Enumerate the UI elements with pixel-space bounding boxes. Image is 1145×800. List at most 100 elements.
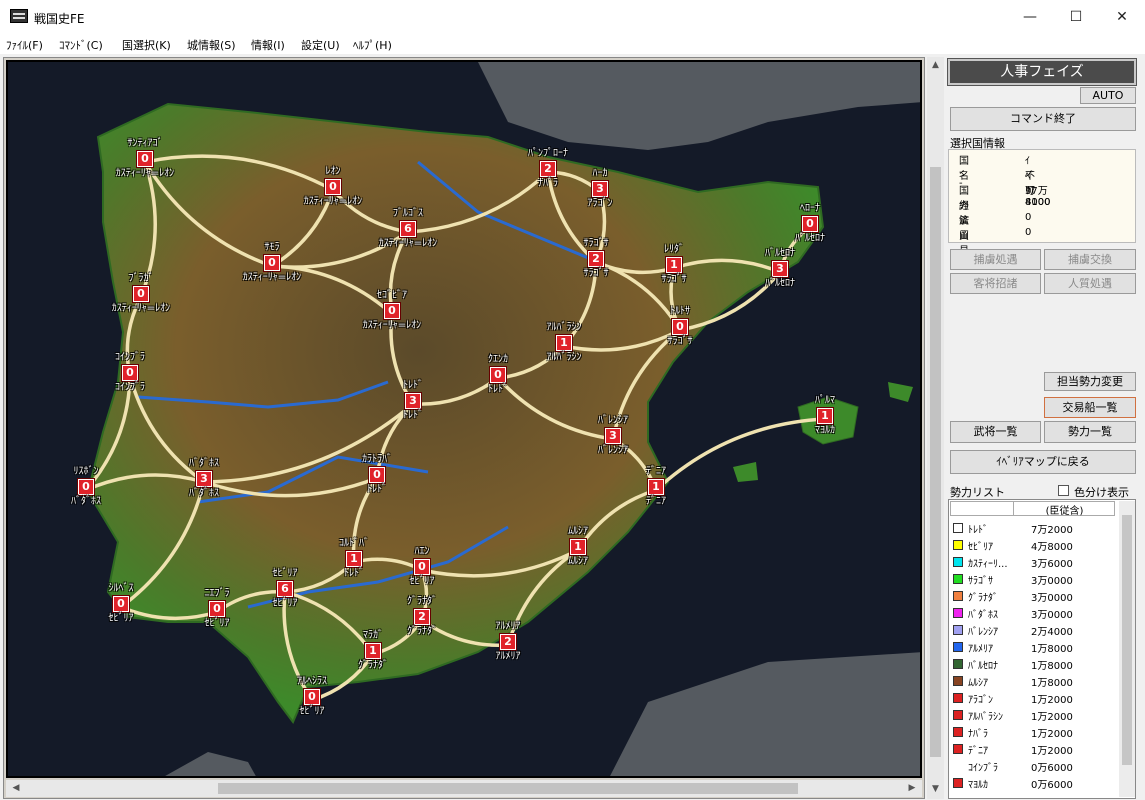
city-marker[interactable]: ﾊｰｶ 3 ｱﾗｺﾞﾝ <box>535 168 665 214</box>
castle-icon[interactable]: 6 <box>399 220 417 238</box>
castle-icon[interactable]: 0 <box>121 364 139 382</box>
castle-icon[interactable]: 0 <box>136 150 154 168</box>
city-marker[interactable]: ｻﾝﾃｨｱｺﾞ 0 ｶｽﾃｨｰﾘｬ=ﾚｵﾝ <box>80 138 210 184</box>
city-marker[interactable]: ﾊｴﾝ 0 ｾﾋﾞﾘｱ <box>357 546 487 592</box>
scroll-up-icon[interactable]: ▲ <box>927 57 944 73</box>
castle-icon[interactable]: 0 <box>671 318 689 336</box>
castle-icon[interactable]: 3 <box>404 392 422 410</box>
castle-icon[interactable]: 2 <box>587 250 605 268</box>
change-force-button[interactable]: 担当勢力変更 <box>1044 372 1136 391</box>
castle-icon[interactable]: 6 <box>276 580 294 598</box>
city-owner: ﾊﾞﾚﾝｼｱ <box>598 445 628 456</box>
menu-file[interactable]: ﾌｧｲﾙ(F) <box>6 37 43 53</box>
city-marker[interactable]: ﾄﾚﾄﾞ 3 ﾄﾚﾄﾞ <box>348 380 478 426</box>
castle-icon[interactable]: 0 <box>489 366 507 384</box>
city-marker[interactable]: ﾘｽﾎﾞﾝ 0 ﾊﾞﾀﾞﾎｽ <box>21 466 151 512</box>
castle-icon[interactable]: 0 <box>383 302 401 320</box>
castle-icon[interactable]: 0 <box>324 178 342 196</box>
city-name: ﾃﾞﾆｱ <box>646 466 666 477</box>
menu-info[interactable]: 情報(I) <box>251 37 285 53</box>
scroll-down-icon[interactable]: ▼ <box>927 781 944 797</box>
castle-icon[interactable]: 3 <box>195 470 213 488</box>
city-marker[interactable]: ﾃﾞﾆｱ 1 ﾃﾞﾆｱ <box>591 466 721 512</box>
city-marker[interactable]: ﾊﾞﾀﾞﾎｽ 3 ﾊﾞﾀﾞﾎｽ <box>139 458 269 504</box>
castle-icon[interactable]: 0 <box>801 215 819 233</box>
city-marker[interactable]: ｱﾙﾒﾘｱ 2 ｱﾙﾒﾘｱ <box>443 621 573 667</box>
color-split-checkbox[interactable] <box>1058 485 1069 496</box>
force-list[interactable]: (臣従含) ﾄﾚﾄﾞ 7万2000 ｾﾋﾞﾘｱ 4万8000 ｶｽﾃｨｰﾘ... 3万60… <box>948 499 1136 799</box>
vertical-scroll-thumb[interactable] <box>930 167 941 757</box>
castle-icon[interactable]: 1 <box>555 334 573 352</box>
city-marker[interactable]: ｺｲﾝﾌﾞﾗ 0 ｺｲﾝﾌﾞﾗ <box>65 352 195 398</box>
city-marker[interactable]: ﾄﾙﾄｻ 0 ｻﾗｺﾞｻ <box>615 306 745 352</box>
city-marker[interactable]: ｻﾓﾗ 0 ｶｽﾃｨｰﾘｬ=ﾚｵﾝ <box>207 242 337 288</box>
castle-icon[interactable]: 1 <box>816 407 834 425</box>
menu-settings[interactable]: 設定(U) <box>301 37 340 53</box>
hostage-treatment-button[interactable]: 人質処遇 <box>1044 273 1136 294</box>
city-name: ﾊﾞﾙｾﾛﾅ <box>765 248 795 259</box>
prisoner-exchange-button[interactable]: 捕虜交換 <box>1044 249 1136 270</box>
menu-country-select[interactable]: 国選択(K) <box>122 37 171 53</box>
city-marker[interactable]: ｱﾙﾍｼﾗｽ 0 ｾﾋﾞﾘｱ <box>247 676 377 722</box>
castle-icon[interactable]: 0 <box>303 688 321 706</box>
maximize-button[interactable]: ☐ <box>1053 0 1099 34</box>
city-name: ｾｺﾞﾋﾞｱ <box>377 290 407 301</box>
force-list-scrollbar[interactable] <box>1119 501 1135 797</box>
castle-icon[interactable]: 0 <box>263 254 281 272</box>
castle-icon[interactable]: 3 <box>604 427 622 445</box>
trade-ships-button[interactable]: 交易船一覧 <box>1044 397 1136 418</box>
force-strength: 1万8000 <box>1031 678 1073 689</box>
city-name: ｻﾓﾗ <box>264 242 280 253</box>
map-horizontal-scrollbar[interactable]: ◀ ▶ <box>6 780 922 797</box>
city-marker[interactable]: ﾌﾞﾙｺﾞｽ 6 ｶｽﾃｨｰﾘｬ=ﾚｵﾝ <box>343 208 473 254</box>
map-vertical-scrollbar[interactable]: ▲ ▼ <box>927 57 944 799</box>
city-marker[interactable]: ﾌﾞﾗｶﾞ 0 ｶｽﾃｨｰﾘｬ=ﾚｵﾝ <box>76 273 206 319</box>
map-view[interactable]: ｻﾝﾃｨｱｺﾞ 0 ｶｽﾃｨｰﾘｬ=ﾚｵﾝ ﾚｵﾝ 0 ｶｽﾃｨｰﾘｬ=ﾚｵﾝ ﾌﾞﾙｺﾞｽ… <box>6 60 922 778</box>
castle-icon[interactable]: 3 <box>591 180 609 198</box>
force-strength: 3万0000 <box>1031 593 1073 604</box>
castle-icon[interactable]: 1 <box>665 256 683 274</box>
back-to-map-button[interactable]: ｲﾍﾞﾘｱマップに戻る <box>950 450 1136 474</box>
auto-button[interactable]: AUTO <box>1080 87 1136 104</box>
prisoner-treatment-button[interactable]: 捕虜処遇 <box>950 249 1041 270</box>
city-marker[interactable]: ｶﾗﾄﾗﾊﾞ 0 ﾄﾚﾄﾞ <box>312 454 442 500</box>
city-marker[interactable]: ﾊﾟﾙﾏ 1 ﾏﾖﾙｶ <box>760 395 890 441</box>
scroll-left-icon[interactable]: ◀ <box>8 781 24 796</box>
minimize-button[interactable]: — <box>1007 0 1053 34</box>
castle-icon[interactable]: 0 <box>132 285 150 303</box>
castle-icon[interactable]: 2 <box>413 608 431 626</box>
castle-icon[interactable]: 0 <box>112 595 130 613</box>
castle-icon[interactable]: 1 <box>364 642 382 660</box>
forces-list-button[interactable]: 勢力一覧 <box>1044 421 1136 443</box>
force-strength: 0万6000 <box>1031 780 1073 791</box>
castle-icon[interactable]: 1 <box>569 538 587 556</box>
force-color-swatch <box>953 523 963 533</box>
force-color-swatch <box>953 744 963 754</box>
castle-icon[interactable]: 1 <box>647 478 665 496</box>
city-marker[interactable]: ﾊﾞﾚﾝｼｱ 3 ﾊﾞﾚﾝｼｱ <box>548 415 678 461</box>
city-marker[interactable]: ﾍﾛｰﾅ 0 ﾊﾞﾙｾﾛﾅ <box>745 203 875 249</box>
guest-general-button[interactable]: 客将招諸 <box>950 273 1041 294</box>
castle-icon[interactable]: 2 <box>499 633 517 651</box>
generals-list-button[interactable]: 武将一覧 <box>950 421 1041 443</box>
force-name: ｸﾞﾗﾅﾀﾞ <box>968 593 998 604</box>
horizontal-scroll-thumb[interactable] <box>218 783 798 794</box>
city-marker[interactable]: ﾊﾞﾙｾﾛﾅ 3 ﾊﾞﾙｾﾛﾅ <box>715 248 845 294</box>
menu-help[interactable]: ﾍﾙﾌﾟ(H) <box>353 37 392 53</box>
end-command-button[interactable]: コマンド終了 <box>950 107 1136 131</box>
city-marker[interactable]: ﾑﾙｼｱ 1 ﾑﾙｼｱ <box>513 526 643 572</box>
castle-icon[interactable]: 0 <box>77 478 95 496</box>
castle-icon[interactable]: 0 <box>413 558 431 576</box>
close-button[interactable]: ✕ <box>1099 0 1145 34</box>
city-marker[interactable]: ｾｺﾞﾋﾞｱ 0 ｶｽﾃｨｰﾘｬ=ﾚｵﾝ <box>327 290 457 336</box>
menu-command[interactable]: ｺﾏﾝﾄﾞ(C) <box>59 37 103 53</box>
scroll-right-icon[interactable]: ▶ <box>904 781 920 796</box>
castle-icon[interactable]: 0 <box>368 466 386 484</box>
castle-icon[interactable]: 3 <box>771 260 789 278</box>
city-marker[interactable]: ﾚｵﾝ 0 ｶｽﾃｨｰﾘｬ=ﾚｵﾝ <box>268 166 398 212</box>
city-marker[interactable]: ｾﾋﾞﾘｱ 6 ｾﾋﾞﾘｱ <box>220 568 350 614</box>
city-marker[interactable]: ﾏﾗｶﾞ 1 ｸﾞﾗﾅﾀﾞ <box>308 630 438 676</box>
force-strength: 4万8000 <box>1031 542 1073 553</box>
force-list-scroll-thumb[interactable] <box>1122 515 1132 765</box>
menu-castle-info[interactable]: 城情報(S) <box>187 37 236 53</box>
